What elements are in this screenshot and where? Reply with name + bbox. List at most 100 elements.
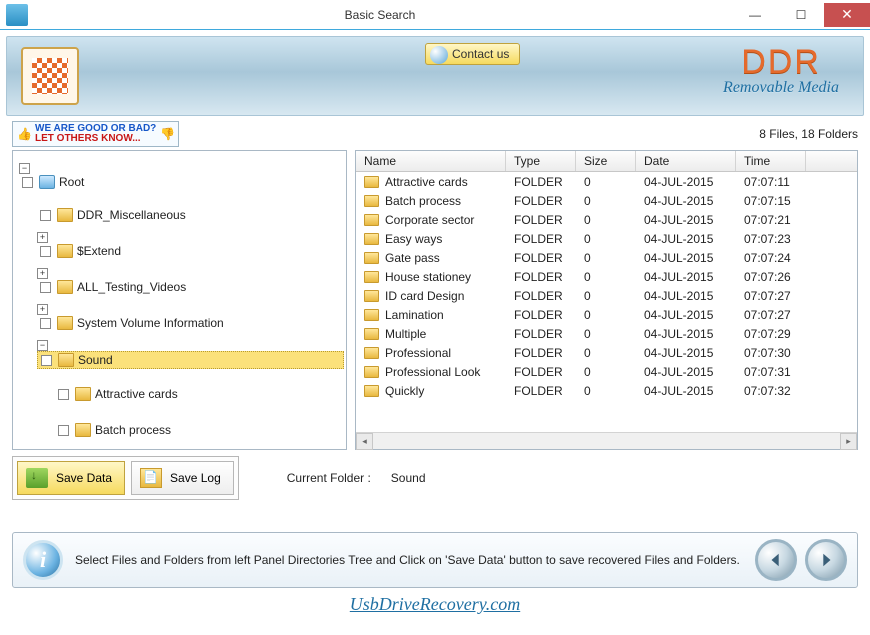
info-icon: i [23, 540, 63, 580]
save-data-label: Save Data [56, 471, 112, 485]
brand-subtitle: Removable Media [723, 79, 839, 97]
app-icon [6, 4, 28, 26]
file-row[interactable]: ID card DesignFOLDER004-JUL-201507:07:27 [356, 286, 857, 305]
file-row[interactable]: QuicklyFOLDER004-JUL-201507:07:32 [356, 381, 857, 400]
folder-icon [364, 385, 379, 397]
file-row[interactable]: Easy waysFOLDER004-JUL-201507:07:23 [356, 229, 857, 248]
header-banner: Contact us DDR Removable Media [6, 36, 864, 116]
folder-icon [364, 347, 379, 359]
log-icon [140, 468, 162, 488]
file-row[interactable]: Professional LookFOLDER004-JUL-201507:07… [356, 362, 857, 381]
folder-icon [75, 387, 91, 401]
column-time[interactable]: Time [736, 151, 806, 171]
save-icon [26, 468, 48, 488]
footer-message: Select Files and Folders from left Panel… [75, 553, 743, 567]
scroll-left-button[interactable]: ◂ [356, 433, 373, 450]
save-log-label: Save Log [170, 471, 221, 485]
tree-node[interactable]: System Volume Information [37, 315, 344, 331]
tree-toggle[interactable]: + [37, 304, 48, 315]
below-panels-row: Save Data Save Log Current Folder : Soun… [12, 456, 858, 500]
arrow-right-icon [817, 551, 835, 569]
checkbox[interactable] [40, 246, 51, 257]
checkbox[interactable] [40, 318, 51, 329]
forward-button[interactable] [805, 539, 847, 581]
brand-name: DDR [723, 45, 839, 79]
tree-node[interactable]: ALL_Testing_Videos [37, 279, 344, 295]
scroll-right-button[interactable]: ▸ [840, 433, 857, 450]
rate-us-button[interactable]: WE ARE GOOD OR BAD? LET OTHERS KNOW... [12, 121, 179, 147]
arrow-left-icon [767, 551, 785, 569]
folder-icon [58, 353, 74, 367]
drive-icon [39, 175, 55, 189]
file-row[interactable]: MultipleFOLDER004-JUL-201507:07:29 [356, 324, 857, 343]
maximize-button[interactable]: ☐ [778, 3, 824, 27]
file-row[interactable]: LaminationFOLDER004-JUL-201507:07:27 [356, 305, 857, 324]
tree-toggle[interactable]: + [37, 268, 48, 279]
tree-toggle[interactable]: + [37, 232, 48, 243]
checkbox[interactable] [40, 210, 51, 221]
checkbox[interactable] [40, 282, 51, 293]
back-button[interactable] [755, 539, 797, 581]
main-area: −RootDDR_Miscellaneous+$Extend+ALL_Testi… [12, 150, 858, 450]
folder-icon [364, 233, 379, 245]
site-link[interactable]: UsbDriveRecovery.com [0, 594, 870, 615]
folder-icon [364, 252, 379, 264]
summary-row: WE ARE GOOD OR BAD? LET OTHERS KNOW... 8… [12, 122, 858, 146]
file-list-panel: Name Type Size Date Time Attractive card… [355, 150, 858, 450]
file-row[interactable]: Gate passFOLDER004-JUL-201507:07:24 [356, 248, 857, 267]
window-title: Basic Search [28, 8, 732, 22]
tree-node[interactable]: $Extend [37, 243, 344, 259]
file-row[interactable]: Attractive cardsFOLDER004-JUL-201507:07:… [356, 172, 857, 191]
checkbox[interactable] [58, 425, 69, 436]
titlebar: Basic Search — ☐ ✕ [0, 0, 870, 30]
folder-icon [364, 176, 379, 188]
action-button-bar: Save Data Save Log [12, 456, 239, 500]
rate-line2: LET OTHERS KNOW... [35, 134, 156, 144]
checkbox[interactable] [41, 355, 52, 366]
tree-toggle[interactable]: − [37, 340, 48, 351]
column-type[interactable]: Type [506, 151, 576, 171]
brand: DDR Removable Media [723, 45, 839, 97]
nav-buttons [755, 539, 847, 581]
file-row[interactable]: ProfessionalFOLDER004-JUL-201507:07:30 [356, 343, 857, 362]
folder-icon [57, 280, 73, 294]
thumbs-down-icon [160, 127, 174, 141]
column-name[interactable]: Name [356, 151, 506, 171]
column-date[interactable]: Date [636, 151, 736, 171]
column-size[interactable]: Size [576, 151, 636, 171]
tree-panel: −RootDDR_Miscellaneous+$Extend+ALL_Testi… [12, 150, 347, 450]
folder-icon [57, 316, 73, 330]
folder-icon [364, 309, 379, 321]
minimize-button[interactable]: — [732, 3, 778, 27]
folder-icon [364, 290, 379, 302]
folder-icon [57, 244, 73, 258]
checkbox[interactable] [58, 389, 69, 400]
save-log-button[interactable]: Save Log [131, 461, 234, 495]
folder-icon [364, 214, 379, 226]
footer-bar: i Select Files and Folders from left Pan… [12, 532, 858, 588]
tree-node[interactable]: Attractive cards [55, 386, 344, 402]
logo-icon [21, 47, 79, 105]
current-folder: Current Folder : Sound [287, 471, 426, 485]
file-row[interactable]: Batch processFOLDER004-JUL-201507:07:15 [356, 191, 857, 210]
tree-node[interactable]: DDR_Miscellaneous [37, 207, 344, 223]
folder-icon [75, 423, 91, 437]
save-data-button[interactable]: Save Data [17, 461, 125, 495]
directory-tree[interactable]: −RootDDR_Miscellaneous+$Extend+ALL_Testi… [13, 151, 346, 449]
tree-toggle[interactable]: − [19, 163, 30, 174]
folder-icon [364, 328, 379, 340]
file-row[interactable]: Corporate sectorFOLDER004-JUL-201507:07:… [356, 210, 857, 229]
checkbox[interactable] [22, 177, 33, 188]
file-list-header[interactable]: Name Type Size Date Time [356, 151, 857, 172]
folder-icon [57, 208, 73, 222]
horizontal-scrollbar[interactable]: ◂ ▸ [356, 432, 857, 449]
contact-us-button[interactable]: Contact us [425, 43, 520, 65]
tree-node-root[interactable]: Root [19, 174, 344, 190]
close-button[interactable]: ✕ [824, 3, 870, 27]
file-row[interactable]: House stationeyFOLDER004-JUL-201507:07:2… [356, 267, 857, 286]
file-list-body[interactable]: Attractive cardsFOLDER004-JUL-201507:07:… [356, 172, 857, 432]
current-folder-label: Current Folder : [287, 471, 371, 485]
folder-icon [364, 271, 379, 283]
tree-node[interactable]: Batch process [55, 422, 344, 438]
tree-node[interactable]: Sound [37, 351, 344, 369]
